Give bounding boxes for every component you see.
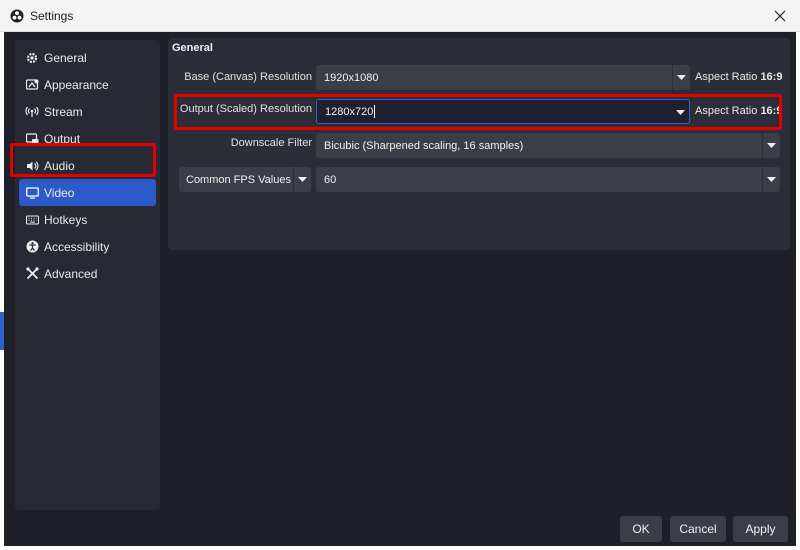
sidebar-item-label: Advanced bbox=[44, 266, 98, 281]
fps-value-combo[interactable]: 60 bbox=[316, 167, 780, 192]
sidebar-item-label: Hotkeys bbox=[44, 212, 88, 227]
settings-window: General Appearance Stream Output Audio V… bbox=[4, 32, 796, 546]
sidebar-item-stream[interactable]: Stream bbox=[19, 98, 156, 125]
sidebar-item-label: Video bbox=[44, 185, 75, 200]
stream-icon bbox=[25, 105, 39, 119]
video-general-panel: General Base (Canvas) Resolution 1920x10… bbox=[168, 38, 790, 250]
base-resolution-value: 1920x1080 bbox=[324, 71, 379, 84]
sidebar-item-label: General bbox=[44, 50, 87, 65]
apply-button[interactable]: Apply bbox=[733, 516, 788, 542]
sidebar-item-label: Appearance bbox=[44, 77, 109, 92]
fps-value: 60 bbox=[324, 173, 337, 186]
title-bar: Settings bbox=[0, 0, 800, 32]
chevron-down-icon[interactable] bbox=[293, 167, 311, 192]
output-aspect-ratio: Aspect Ratio 16:9 bbox=[695, 105, 782, 117]
output-icon bbox=[25, 132, 39, 146]
sidebar-item-output[interactable]: Output bbox=[19, 125, 156, 152]
cancel-button[interactable]: Cancel bbox=[670, 516, 726, 542]
gear-icon bbox=[25, 51, 39, 65]
output-resolution-combo[interactable]: 1280x720 bbox=[316, 99, 690, 124]
keyboard-icon bbox=[25, 213, 39, 227]
aspect-ratio-label: Aspect Ratio bbox=[695, 71, 758, 83]
speaker-icon bbox=[25, 159, 39, 173]
downscale-filter-combo[interactable]: Bicubic (Sharpened scaling, 16 samples) bbox=[316, 133, 780, 158]
sidebar-item-advanced[interactable]: Advanced bbox=[19, 260, 156, 287]
chevron-down-icon[interactable] bbox=[762, 133, 780, 158]
base-resolution-combo[interactable]: 1920x1080 bbox=[316, 65, 690, 90]
aspect-ratio-value: 16:9 bbox=[760, 71, 783, 83]
sidebar-item-label: Audio bbox=[44, 158, 75, 173]
window-title: Settings bbox=[30, 8, 74, 23]
accessibility-icon bbox=[25, 240, 39, 254]
obs-logo-icon bbox=[10, 9, 24, 23]
aspect-ratio-value: 16:9 bbox=[760, 105, 783, 117]
sidebar-item-general[interactable]: General bbox=[19, 44, 156, 71]
monitor-icon bbox=[25, 186, 39, 200]
sidebar-item-accessibility[interactable]: Accessibility bbox=[19, 233, 156, 260]
section-title: General bbox=[172, 42, 213, 54]
aspect-ratio-label: Aspect Ratio bbox=[695, 105, 758, 117]
base-resolution-label: Base (Canvas) Resolution bbox=[184, 71, 312, 83]
chevron-down-icon[interactable] bbox=[762, 167, 780, 192]
sidebar-item-hotkeys[interactable]: Hotkeys bbox=[19, 206, 156, 233]
chevron-down-icon[interactable] bbox=[671, 100, 689, 125]
text-cursor bbox=[374, 105, 376, 118]
sidebar-item-video[interactable]: Video bbox=[19, 179, 156, 206]
chevron-down-icon[interactable] bbox=[672, 65, 690, 90]
sidebar-item-appearance[interactable]: Appearance bbox=[19, 71, 156, 98]
appearance-icon bbox=[25, 78, 39, 92]
fps-type-value: Common FPS Values bbox=[186, 173, 291, 186]
ok-button[interactable]: OK bbox=[620, 516, 662, 542]
base-aspect-ratio: Aspect Ratio 16:9 bbox=[695, 71, 782, 83]
sidebar-item-label: Accessibility bbox=[44, 239, 110, 254]
downscale-filter-label: Downscale Filter bbox=[230, 137, 312, 149]
output-resolution-value[interactable]: 1280x720 bbox=[325, 106, 373, 118]
sidebar-item-label: Stream bbox=[44, 104, 83, 119]
fps-type-combo[interactable]: Common FPS Values bbox=[179, 167, 311, 192]
settings-sidebar: General Appearance Stream Output Audio V… bbox=[15, 40, 160, 510]
sidebar-item-audio[interactable]: Audio bbox=[19, 152, 156, 179]
sidebar-item-label: Output bbox=[44, 131, 81, 146]
close-icon[interactable] bbox=[768, 4, 792, 28]
output-resolution-label: Output (Scaled) Resolution bbox=[179, 103, 312, 115]
tools-icon bbox=[25, 267, 39, 281]
downscale-filter-value: Bicubic (Sharpened scaling, 16 samples) bbox=[324, 139, 524, 152]
